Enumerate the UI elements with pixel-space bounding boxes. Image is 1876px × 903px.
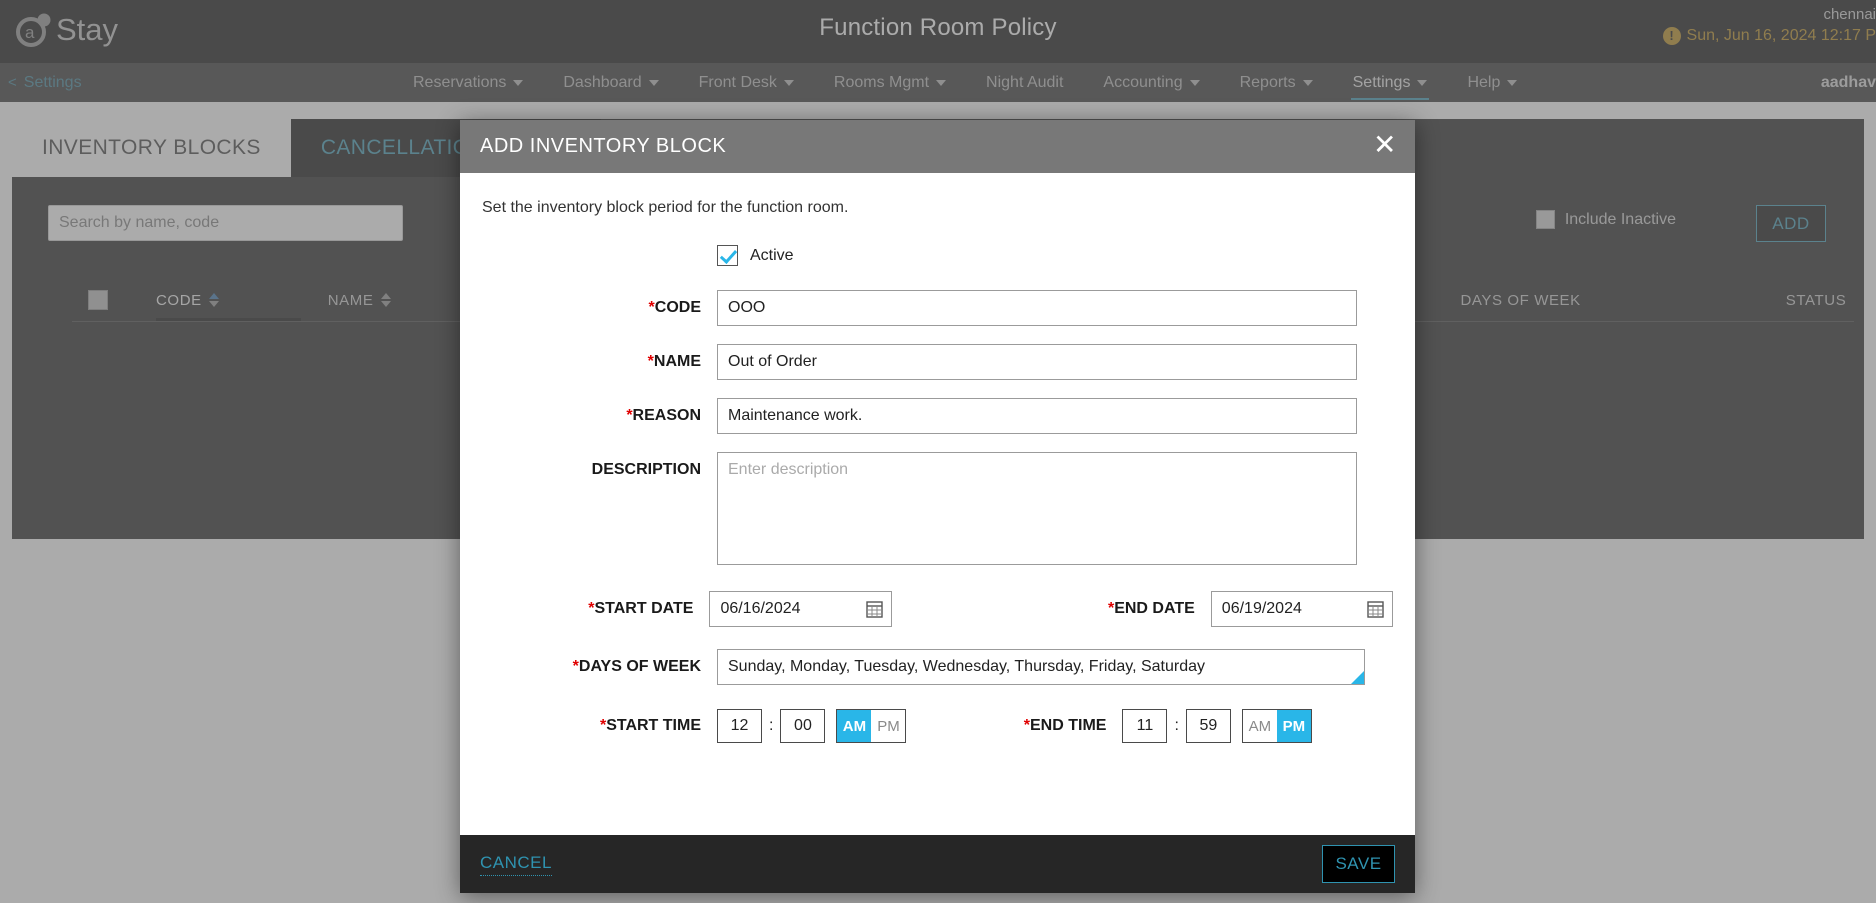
time-separator: : <box>1174 717 1179 734</box>
end-time-label-text: END TIME <box>1030 717 1107 734</box>
end-date-label: *END DATE <box>892 600 1211 618</box>
field-row-description: DESCRIPTION <box>482 452 1393 565</box>
close-icon[interactable]: ✕ <box>1367 130 1397 160</box>
app-shell: a Stay Function Room Policy chennai ! Su… <box>0 0 1876 903</box>
field-row-times: *START TIME 12 : 00 AM PM *END TIME 11:… <box>482 709 1393 743</box>
description-label: DESCRIPTION <box>482 452 717 479</box>
name-input[interactable] <box>717 344 1357 380</box>
time-separator: : <box>769 717 774 734</box>
field-row-reason: *REASON <box>482 398 1393 434</box>
field-row-days-of-week: *DAYS OF WEEK Sunday, Monday, Tuesday, W… <box>482 649 1393 685</box>
end-date-label-text: END DATE <box>1114 600 1195 617</box>
description-textarea[interactable] <box>717 452 1357 565</box>
end-time-minute-input[interactable]: 59 <box>1185 709 1231 743</box>
dialog-subtitle: Set the inventory block period for the f… <box>482 199 849 216</box>
code-label: *CODE <box>482 290 717 317</box>
reason-input[interactable] <box>717 398 1357 434</box>
add-inventory-block-dialog: ADD INVENTORY BLOCK ✕ Set the inventory … <box>460 120 1415 893</box>
end-time-pm-button[interactable]: PM <box>1276 710 1311 742</box>
field-row-name: *NAME <box>482 344 1393 380</box>
days-of-week-value: Sunday, Monday, Tuesday, Wednesday, Thur… <box>728 658 1205 675</box>
start-time-label-text: START TIME <box>606 717 701 734</box>
reason-label-text: REASON <box>632 407 701 424</box>
start-time-minute-input[interactable]: 00 <box>780 709 826 743</box>
end-time-group: 11 : 59 AM PM <box>1122 709 1312 743</box>
days-of-week-label: *DAYS OF WEEK <box>482 658 717 676</box>
days-of-week-input[interactable]: Sunday, Monday, Tuesday, Wednesday, Thur… <box>717 649 1365 685</box>
start-time-group: 12 : 00 AM PM <box>717 709 907 743</box>
end-date-input[interactable]: 06/19/2024 <box>1210 591 1393 627</box>
end-time-hour-input[interactable]: 11 <box>1122 709 1168 743</box>
start-time-am-button[interactable]: AM <box>837 710 872 742</box>
dialog-footer: CANCEL SAVE <box>460 835 1415 893</box>
active-checkbox[interactable] <box>717 245 738 266</box>
end-time-label: *END TIME <box>906 717 1122 735</box>
field-row-dates: *START DATE 06/16/2024 *END DATE 06/19/2… <box>482 591 1393 627</box>
active-label: Active <box>750 246 794 264</box>
start-time-hour-input[interactable]: 12 <box>717 709 762 743</box>
name-label-text: NAME <box>653 353 701 370</box>
start-time-label: *START TIME <box>482 717 717 735</box>
start-date-label: *START DATE <box>482 600 709 618</box>
description-label-text: DESCRIPTION <box>591 461 701 478</box>
reason-label: *REASON <box>482 398 717 425</box>
calendar-icon[interactable] <box>865 600 883 618</box>
start-time-pm-button[interactable]: PM <box>871 710 906 742</box>
save-button[interactable]: SAVE <box>1322 845 1395 883</box>
dialog-header: ADD INVENTORY BLOCK ✕ <box>460 120 1415 173</box>
resize-handle-icon[interactable] <box>1351 671 1364 684</box>
start-date-input[interactable]: 06/16/2024 <box>709 591 892 627</box>
dialog-title: ADD INVENTORY BLOCK <box>480 135 727 157</box>
days-of-week-label-text: DAYS OF WEEK <box>578 658 701 675</box>
active-row: Active <box>482 245 1393 266</box>
field-row-code: *CODE <box>482 290 1393 326</box>
end-date-value: 06/19/2024 <box>1221 600 1302 617</box>
start-time-meridiem-toggle: AM PM <box>836 709 907 743</box>
cancel-button[interactable]: CANCEL <box>480 853 552 876</box>
code-input[interactable] <box>717 290 1357 326</box>
code-label-text: CODE <box>654 299 701 316</box>
dialog-body: Set the inventory block period for the f… <box>460 173 1415 835</box>
calendar-icon[interactable] <box>1367 600 1384 618</box>
start-date-value: 06/16/2024 <box>720 600 801 617</box>
end-time-meridiem-toggle: AM PM <box>1241 709 1312 743</box>
name-label: *NAME <box>482 344 717 371</box>
end-time-am-button[interactable]: AM <box>1242 710 1277 742</box>
start-date-label-text: START DATE <box>594 600 694 617</box>
